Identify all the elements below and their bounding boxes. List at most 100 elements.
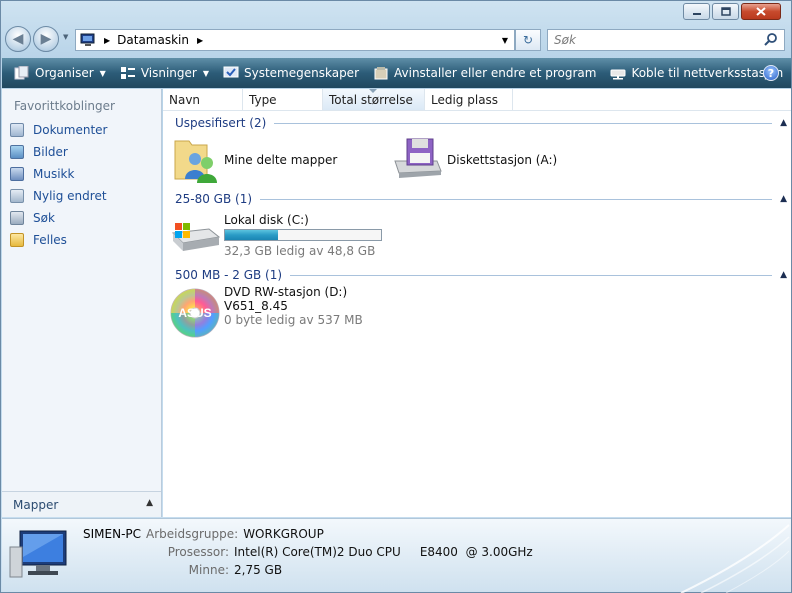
details-pane: SIMEN-PC Arbeidsgruppe: WORKGROUP Proses…: [2, 518, 791, 593]
item-free-space: 32,3 GB ledig av 48,8 GB: [224, 244, 376, 258]
views-icon: [120, 67, 135, 79]
music-icon: [10, 167, 24, 181]
group-label: Uspesifisert (2): [175, 116, 267, 130]
column-header-type[interactable]: Type: [243, 89, 323, 110]
sidebar-item-recent[interactable]: Nylig endret: [2, 185, 161, 207]
recent-pages-dropdown-icon[interactable]: ▼: [63, 33, 68, 41]
breadcrumb-datamaskin[interactable]: Datamaskin: [117, 33, 189, 47]
computer-name: SIMEN-PC: [83, 527, 142, 541]
search-icon[interactable]: [764, 33, 778, 47]
item-labels: Mine delte mapper: [224, 153, 337, 167]
details-memory-row: Minne: 2,75 GB: [83, 563, 282, 577]
column-headers: Navn Type Total størrelse Ledig plass: [163, 89, 791, 111]
disk-usage-fill: [225, 230, 279, 240]
folders-label: Mapper: [13, 497, 59, 512]
system-properties-label: Systemegenskaper: [243, 66, 359, 80]
documents-icon: [10, 123, 24, 137]
column-header-total-size[interactable]: Total størrelse: [323, 89, 425, 110]
organise-icon: [14, 66, 29, 80]
pictures-icon: [10, 145, 24, 159]
forward-arrow-icon: ▶: [40, 31, 52, 47]
list-item-local-disk-c[interactable]: Lokal disk (C:) 32,3 GB ledig av 48,8 GB: [171, 213, 382, 258]
column-header-name[interactable]: Navn: [163, 89, 243, 110]
close-icon: [756, 7, 766, 16]
sidebar-item-label: Musikk: [33, 167, 75, 181]
sidebar-item-music[interactable]: Musikk: [2, 163, 161, 185]
list-item-dvd-drive-d[interactable]: ASUS DVD RW-stasjon (D:) V651_8.45 0 byt…: [169, 285, 363, 339]
navigation-buttons: ◀ ▶ ▼: [5, 26, 68, 54]
refresh-button[interactable]: ↻: [515, 29, 541, 51]
sidebar-item-public[interactable]: Felles: [2, 229, 161, 251]
map-network-drive-button[interactable]: Koble til nettverksstasjon: [606, 60, 787, 86]
item-name: DVD RW-stasjon (D:): [224, 285, 348, 299]
list-item-floppy-drive[interactable]: Diskettstasjon (A:): [391, 133, 557, 183]
group-label: 500 MB - 2 GB (1): [175, 268, 283, 282]
details-computer-row: SIMEN-PC Arbeidsgruppe: WORKGROUP: [83, 527, 324, 541]
computer-icon: [9, 530, 67, 578]
sidebar-item-label: Dokumenter: [33, 123, 108, 137]
group-divider: [290, 274, 773, 276]
address-bar[interactable]: ▶ Datamaskin ▶ ▼: [75, 29, 515, 51]
public-folder-icon: [10, 233, 24, 247]
item-labels: DVD RW-stasjon (D:) V651_8.45 0 byte led…: [224, 285, 363, 327]
organise-menu-button[interactable]: Organiser ▼: [10, 60, 110, 86]
caption-buttons: [683, 3, 781, 20]
favorites-list: Dokumenter Bilder Musikk Nylig endret Sø…: [2, 119, 161, 251]
navigation-pane: Favorittkoblinger Dokumenter Bilder Musi…: [2, 89, 162, 517]
uninstall-program-button[interactable]: Avinstaller eller endre et program: [369, 60, 600, 86]
group-header-500mb-2gb[interactable]: 500 MB - 2 GB (1) ▲: [175, 267, 787, 283]
recent-icon: [10, 189, 24, 203]
back-arrow-icon: ◀: [12, 31, 24, 47]
maximize-button[interactable]: [712, 3, 739, 20]
minimize-button[interactable]: [683, 3, 710, 20]
computer-icon: [80, 33, 95, 46]
dropdown-arrow-icon: ▼: [99, 68, 106, 78]
sidebar-item-search[interactable]: Søk: [2, 207, 161, 229]
close-button[interactable]: [741, 3, 781, 20]
memory-value: 2,75 GB: [234, 563, 283, 577]
group-label: 25-80 GB (1): [175, 192, 253, 206]
address-history-dropdown-icon[interactable]: ▼: [502, 36, 508, 45]
decorative-swoosh: [680, 524, 790, 593]
collapse-chevron-icon[interactable]: ▲: [780, 118, 787, 128]
floppy-drive-icon: [394, 138, 442, 178]
collapse-chevron-icon[interactable]: ▲: [780, 270, 787, 280]
item-name: Diskettstasjon (A:): [447, 153, 558, 167]
sidebar-item-pictures[interactable]: Bilder: [2, 141, 161, 163]
help-icon: ?: [767, 66, 775, 80]
forward-button[interactable]: ▶: [33, 26, 59, 52]
column-header-free-space[interactable]: Ledig plass: [425, 89, 513, 110]
processor-label: Prosessor:: [167, 545, 229, 559]
help-button[interactable]: ?: [763, 65, 779, 81]
system-properties-button[interactable]: Systemegenskaper: [219, 60, 363, 86]
item-volume-label: V651_8.45: [224, 299, 288, 313]
minimize-icon: [692, 12, 701, 15]
search-icon: [10, 211, 24, 225]
breadcrumb-separator-icon[interactable]: ▶: [104, 36, 110, 45]
collapse-chevron-icon[interactable]: ▲: [780, 194, 787, 204]
group-header-unspecified[interactable]: Uspesifisert (2) ▲: [175, 115, 787, 131]
refresh-icon: ↻: [522, 33, 534, 47]
list-item-shared-folders[interactable]: Mine delte mapper: [171, 133, 337, 185]
search-input[interactable]: Søk: [547, 29, 785, 51]
item-free-space: 0 byte ledig av 537 MB: [224, 313, 363, 327]
breadcrumb-separator-icon[interactable]: ▶: [197, 36, 203, 45]
chevron-up-icon: ▲: [146, 498, 153, 508]
hard-disk-icon: [171, 223, 221, 251]
organise-label: Organiser: [35, 66, 94, 80]
views-menu-button[interactable]: Visninger ▼: [116, 60, 213, 86]
group-divider: [260, 198, 773, 200]
map-network-drive-label: Koble til nettverksstasjon: [631, 66, 784, 80]
back-button[interactable]: ◀: [5, 26, 31, 52]
sidebar-item-label: Søk: [33, 211, 55, 225]
sidebar-item-label: Nylig endret: [33, 189, 107, 203]
folders-toggle[interactable]: Mapper ▲: [2, 491, 161, 517]
favorites-header: Favorittkoblinger: [14, 99, 115, 113]
workgroup-label: Arbeidsgruppe:: [146, 527, 239, 541]
item-name: Mine delte mapper: [224, 153, 338, 167]
group-header-25-80gb[interactable]: 25-80 GB (1) ▲: [175, 191, 787, 207]
sidebar-item-documents[interactable]: Dokumenter: [2, 119, 161, 141]
content-pane: Navn Type Total størrelse Ledig plass Us…: [163, 89, 791, 517]
memory-label: Minne:: [188, 563, 229, 577]
explorer-window: ◀ ▶ ▼ ▶ Datamaskin ▶ ▼ ↻ Søk Organiser ▼…: [0, 0, 792, 593]
